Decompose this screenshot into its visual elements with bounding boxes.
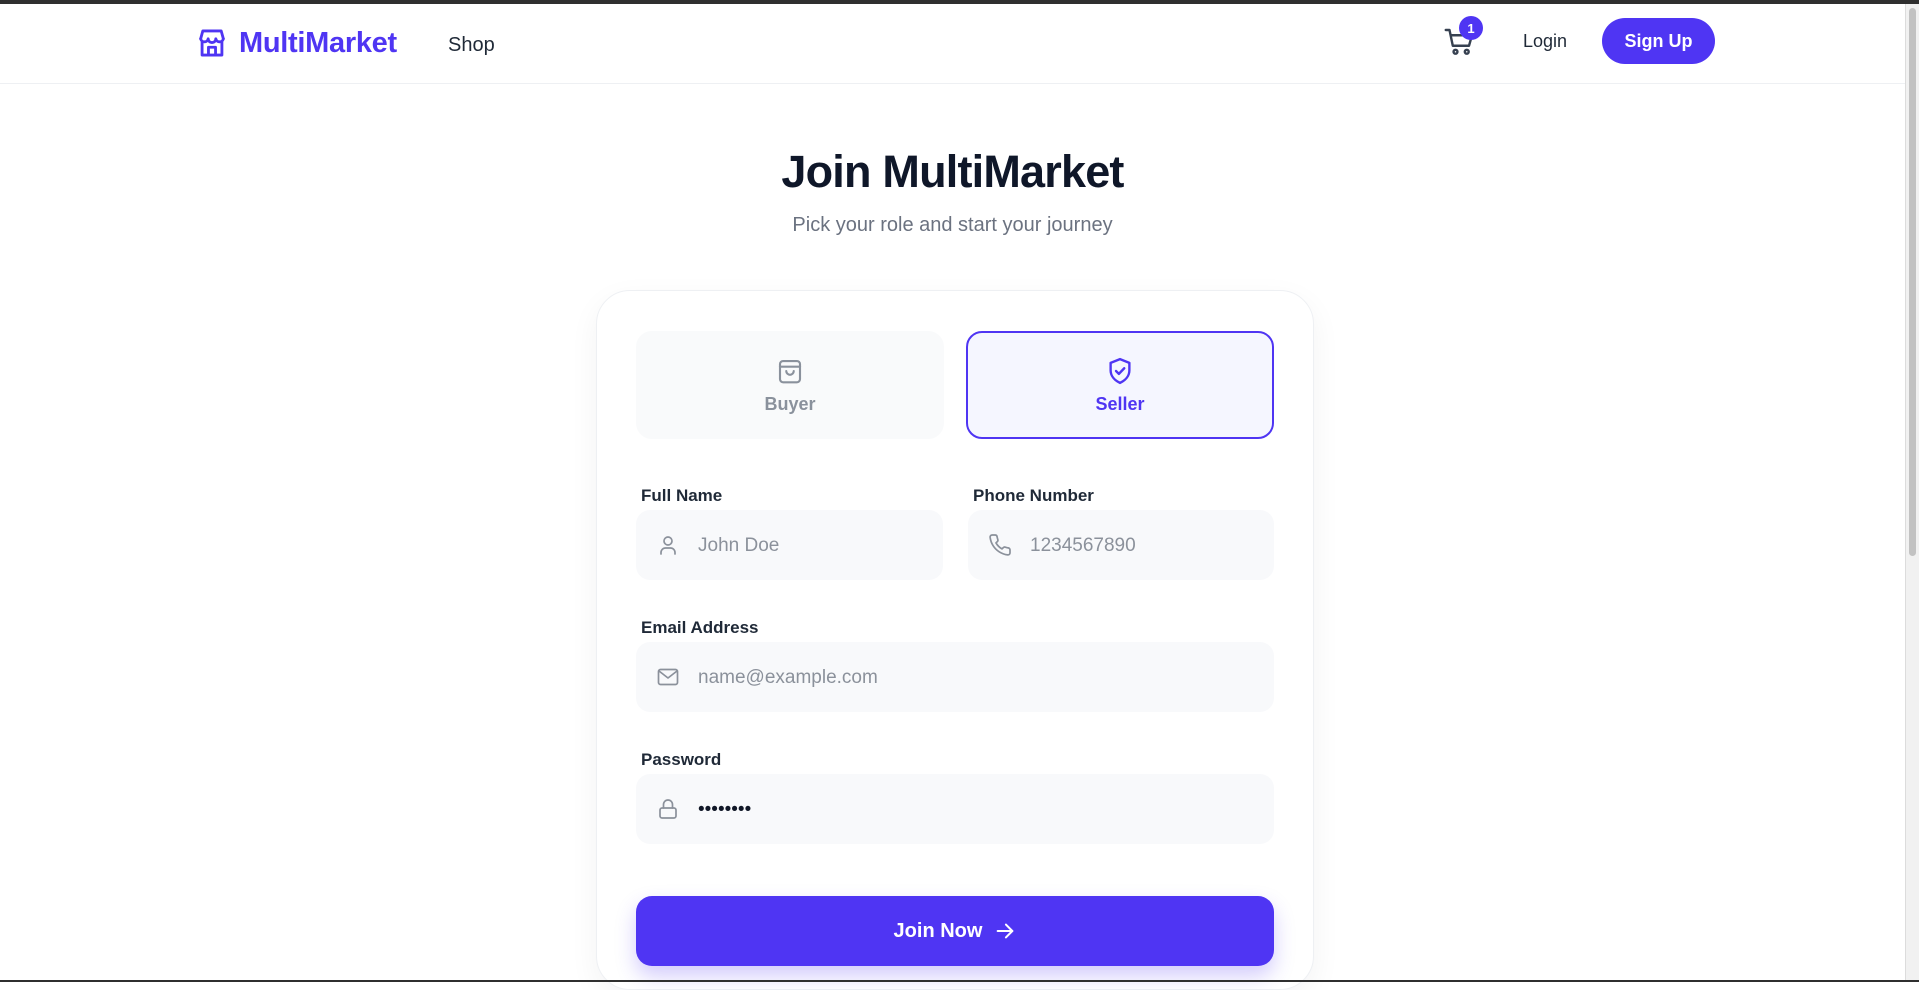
- scrollbar[interactable]: [1905, 4, 1919, 982]
- password-input[interactable]: [696, 774, 1258, 846]
- email-field[interactable]: [636, 642, 1274, 714]
- cart-count-badge: 1: [1459, 16, 1483, 40]
- lock-icon: [659, 799, 677, 819]
- user-icon: [660, 536, 676, 555]
- full-name-label: Full Name: [641, 486, 723, 505]
- join-now-button[interactable]: Join Now: [636, 896, 1274, 966]
- role-option-buyer[interactable]: Buyer: [636, 331, 944, 439]
- join-now-label: Join Now: [893, 919, 983, 942]
- brand-name: MultiMarket: [239, 26, 397, 59]
- phone-label: Phone Number: [973, 486, 1094, 505]
- mail-icon: [657, 668, 679, 686]
- brand-logo-link[interactable]: MultiMarket: [195, 26, 397, 60]
- page-subtitle: Pick your role and start your journey: [792, 214, 1113, 236]
- phone-icon: [989, 534, 1011, 556]
- role-option-seller[interactable]: Seller: [966, 331, 1274, 439]
- storefront-icon: [199, 29, 225, 57]
- full-name-input[interactable]: [696, 510, 927, 582]
- shield-check-icon: [1109, 357, 1131, 384]
- password-field[interactable]: [636, 774, 1274, 846]
- phone-input[interactable]: [1028, 510, 1258, 582]
- page-title: Join MultiMarket: [781, 146, 1124, 197]
- nav-shop-link[interactable]: Shop: [448, 34, 495, 57]
- shopping-bag-icon: [778, 359, 802, 383]
- email-label: Email Address: [641, 618, 759, 637]
- scrollbar-thumb[interactable]: [1909, 8, 1916, 556]
- password-label: Password: [641, 750, 722, 769]
- phone-field[interactable]: [968, 510, 1274, 582]
- role-label-buyer: Buyer: [764, 393, 816, 414]
- arrow-right-icon: [997, 923, 1014, 939]
- full-name-field[interactable]: [636, 510, 943, 582]
- login-link[interactable]: Login: [1523, 31, 1567, 52]
- signup-button[interactable]: Sign Up: [1602, 18, 1715, 64]
- role-label-seller: Seller: [1095, 393, 1145, 414]
- email-input[interactable]: [696, 642, 1258, 714]
